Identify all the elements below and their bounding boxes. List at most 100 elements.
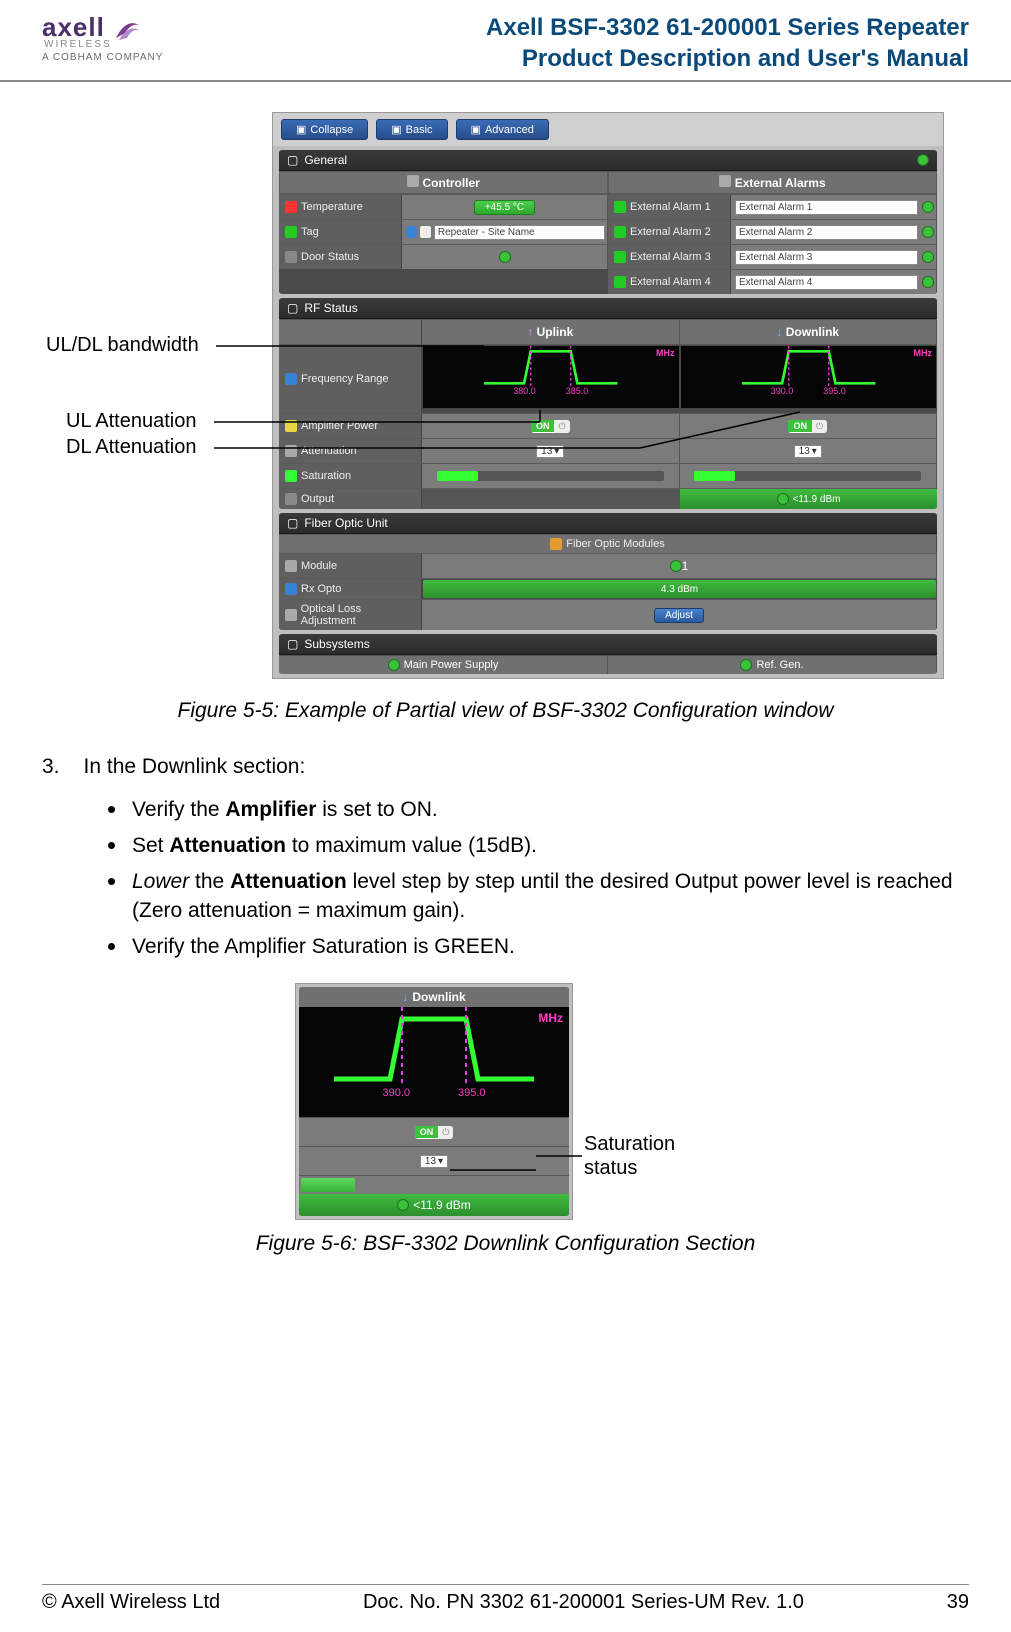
rx-opto-bar: 4.3 dBm <box>423 580 936 598</box>
callout-bw: UL/DL bandwidth <box>46 334 199 357</box>
ps-led-icon <box>388 659 400 671</box>
ext-alarm-3-input[interactable] <box>735 250 918 265</box>
downlink-freq-graph: MHz 390.0395.0 <box>680 345 938 409</box>
bullet-4: Verify the Amplifier Saturation is GREEN… <box>128 931 969 961</box>
sat-icon <box>285 470 297 482</box>
minus-icon[interactable]: ▢ <box>287 637 298 651</box>
collapse-button[interactable]: ▣Collapse <box>281 119 368 140</box>
module-led <box>670 560 682 572</box>
dl-attenuation-input[interactable]: 13▾ <box>794 445 822 458</box>
step-lead: In the Downlink section: <box>84 753 306 781</box>
ext-alarm-4-input[interactable] <box>735 275 918 290</box>
ref-gen-cell: Ref. Gen. <box>608 656 937 674</box>
doc-title-line2: Product Description and User's Manual <box>486 43 969 74</box>
save-icon[interactable] <box>406 226 417 238</box>
dl-sat-bar-2 <box>299 1175 569 1194</box>
module-icon <box>285 560 297 572</box>
dl-sat-bar <box>680 464 938 488</box>
output-led-icon <box>397 1199 409 1211</box>
warning-icon <box>550 538 562 550</box>
body-text: 3. In the Downlink section: Verify the A… <box>42 753 969 961</box>
uplink-freq-graph: MHz 380.0385.0 <box>422 345 680 409</box>
atten-icon <box>285 445 297 457</box>
dl-amp-toggle-2[interactable]: ON⏻ <box>415 1126 454 1139</box>
dl-atten-input-2[interactable]: 13▾ <box>420 1155 448 1168</box>
controller-header: Controller <box>279 171 608 194</box>
alarm-header-icon <box>719 175 731 187</box>
callout-ul-att: UL Attenuation <box>66 410 196 433</box>
main-ps-cell: Main Power Supply <box>279 656 608 674</box>
controller-icon <box>407 175 419 187</box>
door-icon <box>285 251 297 263</box>
dl-output-bar-2: <11.9 dBm <box>299 1194 569 1216</box>
up-arrow-icon: ↑ <box>527 325 533 339</box>
general-panel: ▢General Controller Temperature+45.5 °C … <box>279 150 937 294</box>
bullet-2: Set Attenuation to maximum value (15dB). <box>128 830 969 860</box>
rf-status-panel: ▢RF Status ↑ Uplink ↓ Downlink Frequency… <box>279 298 937 509</box>
cobham-text: A COBHAM COMPANY <box>42 52 163 63</box>
alarm4-led <box>922 276 934 288</box>
footer-left: © Axell Wireless Ltd <box>42 1591 220 1614</box>
downlink-figure: ↓Downlink MHz 390.0395.0 ON⏻ 13▾ <11.9 d… <box>295 983 573 1220</box>
dl-freq-graph: MHz 390.0395.0 <box>299 1007 569 1117</box>
logo: axell WIRELESS A COBHAM COMPANY <box>42 12 163 63</box>
ext-alarm-2-input[interactable] <box>735 225 918 240</box>
footer-right: 39 <box>947 1591 969 1614</box>
fiber-title: Fiber Optic Unit <box>304 516 387 530</box>
minus-icon[interactable]: ▢ <box>287 516 298 530</box>
doc-title-line1: Axell BSF-3302 61-200001 Series Repeater <box>486 12 969 43</box>
ref-led-icon <box>740 659 752 671</box>
ext-alarms-header: External Alarms <box>608 171 937 194</box>
doc-title: Axell BSF-3302 61-200001 Series Repeater… <box>486 12 969 74</box>
minus-icon[interactable]: ▢ <box>287 301 298 315</box>
brand-sub: WIRELESS <box>44 39 112 50</box>
thermometer-icon <box>285 201 297 213</box>
general-title: General <box>304 153 347 167</box>
alarm3-icon <box>614 251 626 263</box>
alarm2-led <box>922 226 934 238</box>
sub-title: Subsystems <box>304 637 369 651</box>
ul-attenuation-input[interactable]: 13▾ <box>536 445 564 458</box>
ul-amp-toggle[interactable]: ON⏻ <box>531 420 570 433</box>
dl-output-bar: <11.9 dBm <box>680 489 937 509</box>
toolbar: ▣Collapse ▣Basic ▣Advanced <box>273 113 943 146</box>
alarm1-icon <box>614 201 626 213</box>
freq-icon <box>285 373 297 385</box>
dl-amp-toggle[interactable]: ON⏻ <box>788 420 827 433</box>
basic-icon: ▣ <box>391 123 401 136</box>
bullet-1: Verify the Amplifier is set to ON. <box>128 794 969 824</box>
amp-icon <box>285 420 297 432</box>
page-footer: © Axell Wireless Ltd Doc. No. PN 3302 61… <box>42 1584 969 1614</box>
output-icon <box>285 493 297 505</box>
tag-icon <box>285 226 297 238</box>
advanced-button[interactable]: ▣Advanced <box>456 119 549 140</box>
bullet-3: Lower the Attenuation level step by step… <box>128 866 969 925</box>
ul-sat-bar <box>422 464 680 488</box>
callout-sat: Saturationstatus <box>584 1132 675 1180</box>
temperature-value: +45.5 °C <box>474 200 535 215</box>
alarm3-led <box>922 251 934 263</box>
door-led-icon <box>499 251 511 263</box>
figure-5-6-caption: Figure 5-6: BSF-3302 Downlink Configurat… <box>42 1232 969 1256</box>
collapse-icon: ▣ <box>296 123 306 136</box>
adjust-icon <box>285 609 297 621</box>
down-arrow-icon: ↓ <box>402 990 408 1004</box>
callout-dl-att: DL Attenuation <box>66 436 196 459</box>
ul-output-bar <box>422 489 680 509</box>
minus-icon[interactable]: ▢ <box>287 153 298 167</box>
subsystems-panel: ▢ Subsystems Main Power Supply Ref. Gen. <box>279 634 937 674</box>
adjust-button[interactable]: Adjust <box>654 608 704 623</box>
output-led-icon <box>777 493 789 505</box>
page-header: axell WIRELESS A COBHAM COMPANY Axell BS… <box>0 0 1011 82</box>
down-arrow-icon: ↓ <box>776 325 782 339</box>
tag-input[interactable] <box>434 225 605 240</box>
logo-swirl-icon <box>111 13 141 43</box>
figure-5-5-caption: Figure 5-5: Example of Partial view of B… <box>42 699 969 723</box>
basic-button[interactable]: ▣Basic <box>376 119 447 140</box>
ext-alarm-1-input[interactable] <box>735 200 918 215</box>
rx-icon <box>285 583 297 595</box>
alarm2-icon <box>614 226 626 238</box>
advanced-icon: ▣ <box>471 123 481 136</box>
edit-icon[interactable] <box>420 226 431 238</box>
alarm4-icon <box>614 276 626 288</box>
